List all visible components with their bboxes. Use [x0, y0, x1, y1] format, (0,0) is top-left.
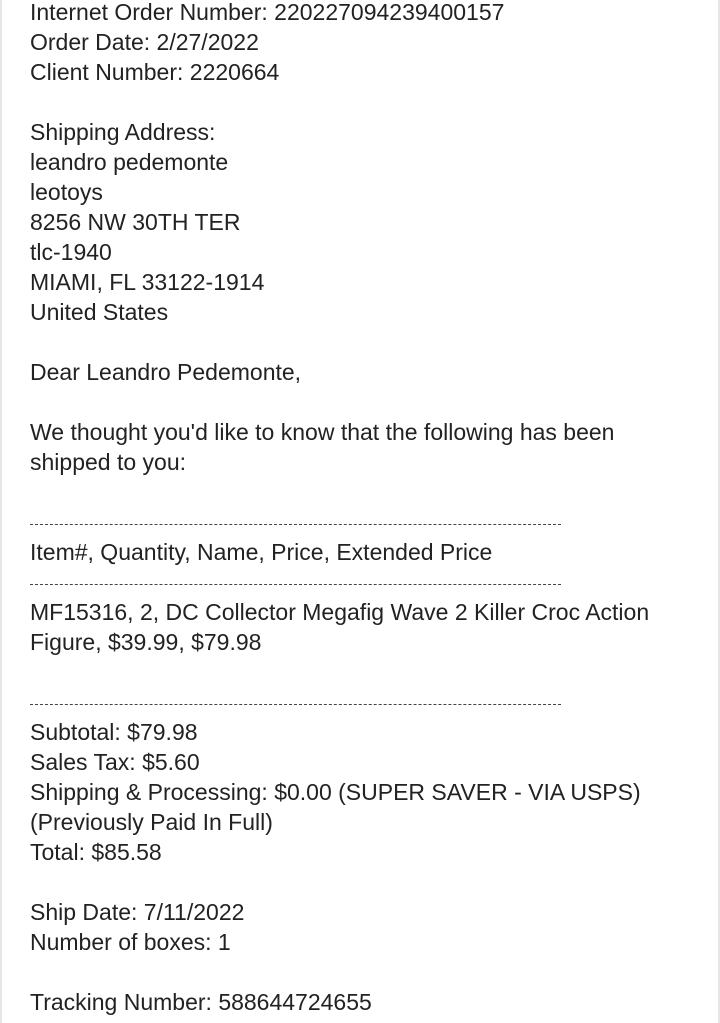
shipping-note: (Previously Paid In Full): [30, 809, 273, 835]
tracking-number: Tracking Number: 588644724655: [30, 989, 372, 1015]
subtotal: Subtotal: $79.98: [30, 719, 198, 745]
sales-tax: Sales Tax: $5.60: [30, 749, 200, 775]
client-number: Client Number: 2220664: [30, 59, 280, 85]
shipping-name: leandro pedemonte: [30, 149, 229, 175]
number-of-boxes: Number of boxes: 1: [30, 929, 231, 955]
items-table-header: Item#, Quantity, Name, Price, Extended P…: [30, 539, 493, 565]
intro-text: We thought you'd like to know that the f…: [30, 419, 615, 475]
divider: [30, 687, 561, 717]
email-body: Internet Order Number: 22022709423940015…: [0, 0, 720, 1023]
shipping-street: 8256 NW 30TH TER: [30, 209, 241, 235]
total: Total: $85.58: [30, 839, 162, 865]
shipping-country: United States: [30, 299, 169, 325]
item-row: MF15316, 2, DC Collector Megafig Wave 2 …: [30, 599, 650, 655]
ship-date: Ship Date: 7/11/2022: [30, 899, 245, 925]
divider: [30, 507, 561, 537]
shipping-line2: tlc-1940: [30, 239, 112, 265]
shipping-address-heading: Shipping Address:: [30, 119, 216, 145]
shipping-company: leotoys: [30, 179, 103, 205]
order-date: Order Date: 2/27/2022: [30, 29, 259, 55]
greeting: Dear Leandro Pedemonte,: [30, 359, 302, 385]
order-shipment-notice: Internet Order Number: 22022709423940015…: [30, 0, 700, 1017]
shipping-city-state-zip: MIAMI, FL 33122-1914: [30, 269, 265, 295]
shipping-processing: Shipping & Processing: $0.00 (SUPER SAVE…: [30, 779, 641, 805]
left-border: [0, 0, 2, 1023]
divider: [30, 567, 561, 597]
internet-order-number: Internet Order Number: 22022709423940015…: [30, 0, 505, 25]
